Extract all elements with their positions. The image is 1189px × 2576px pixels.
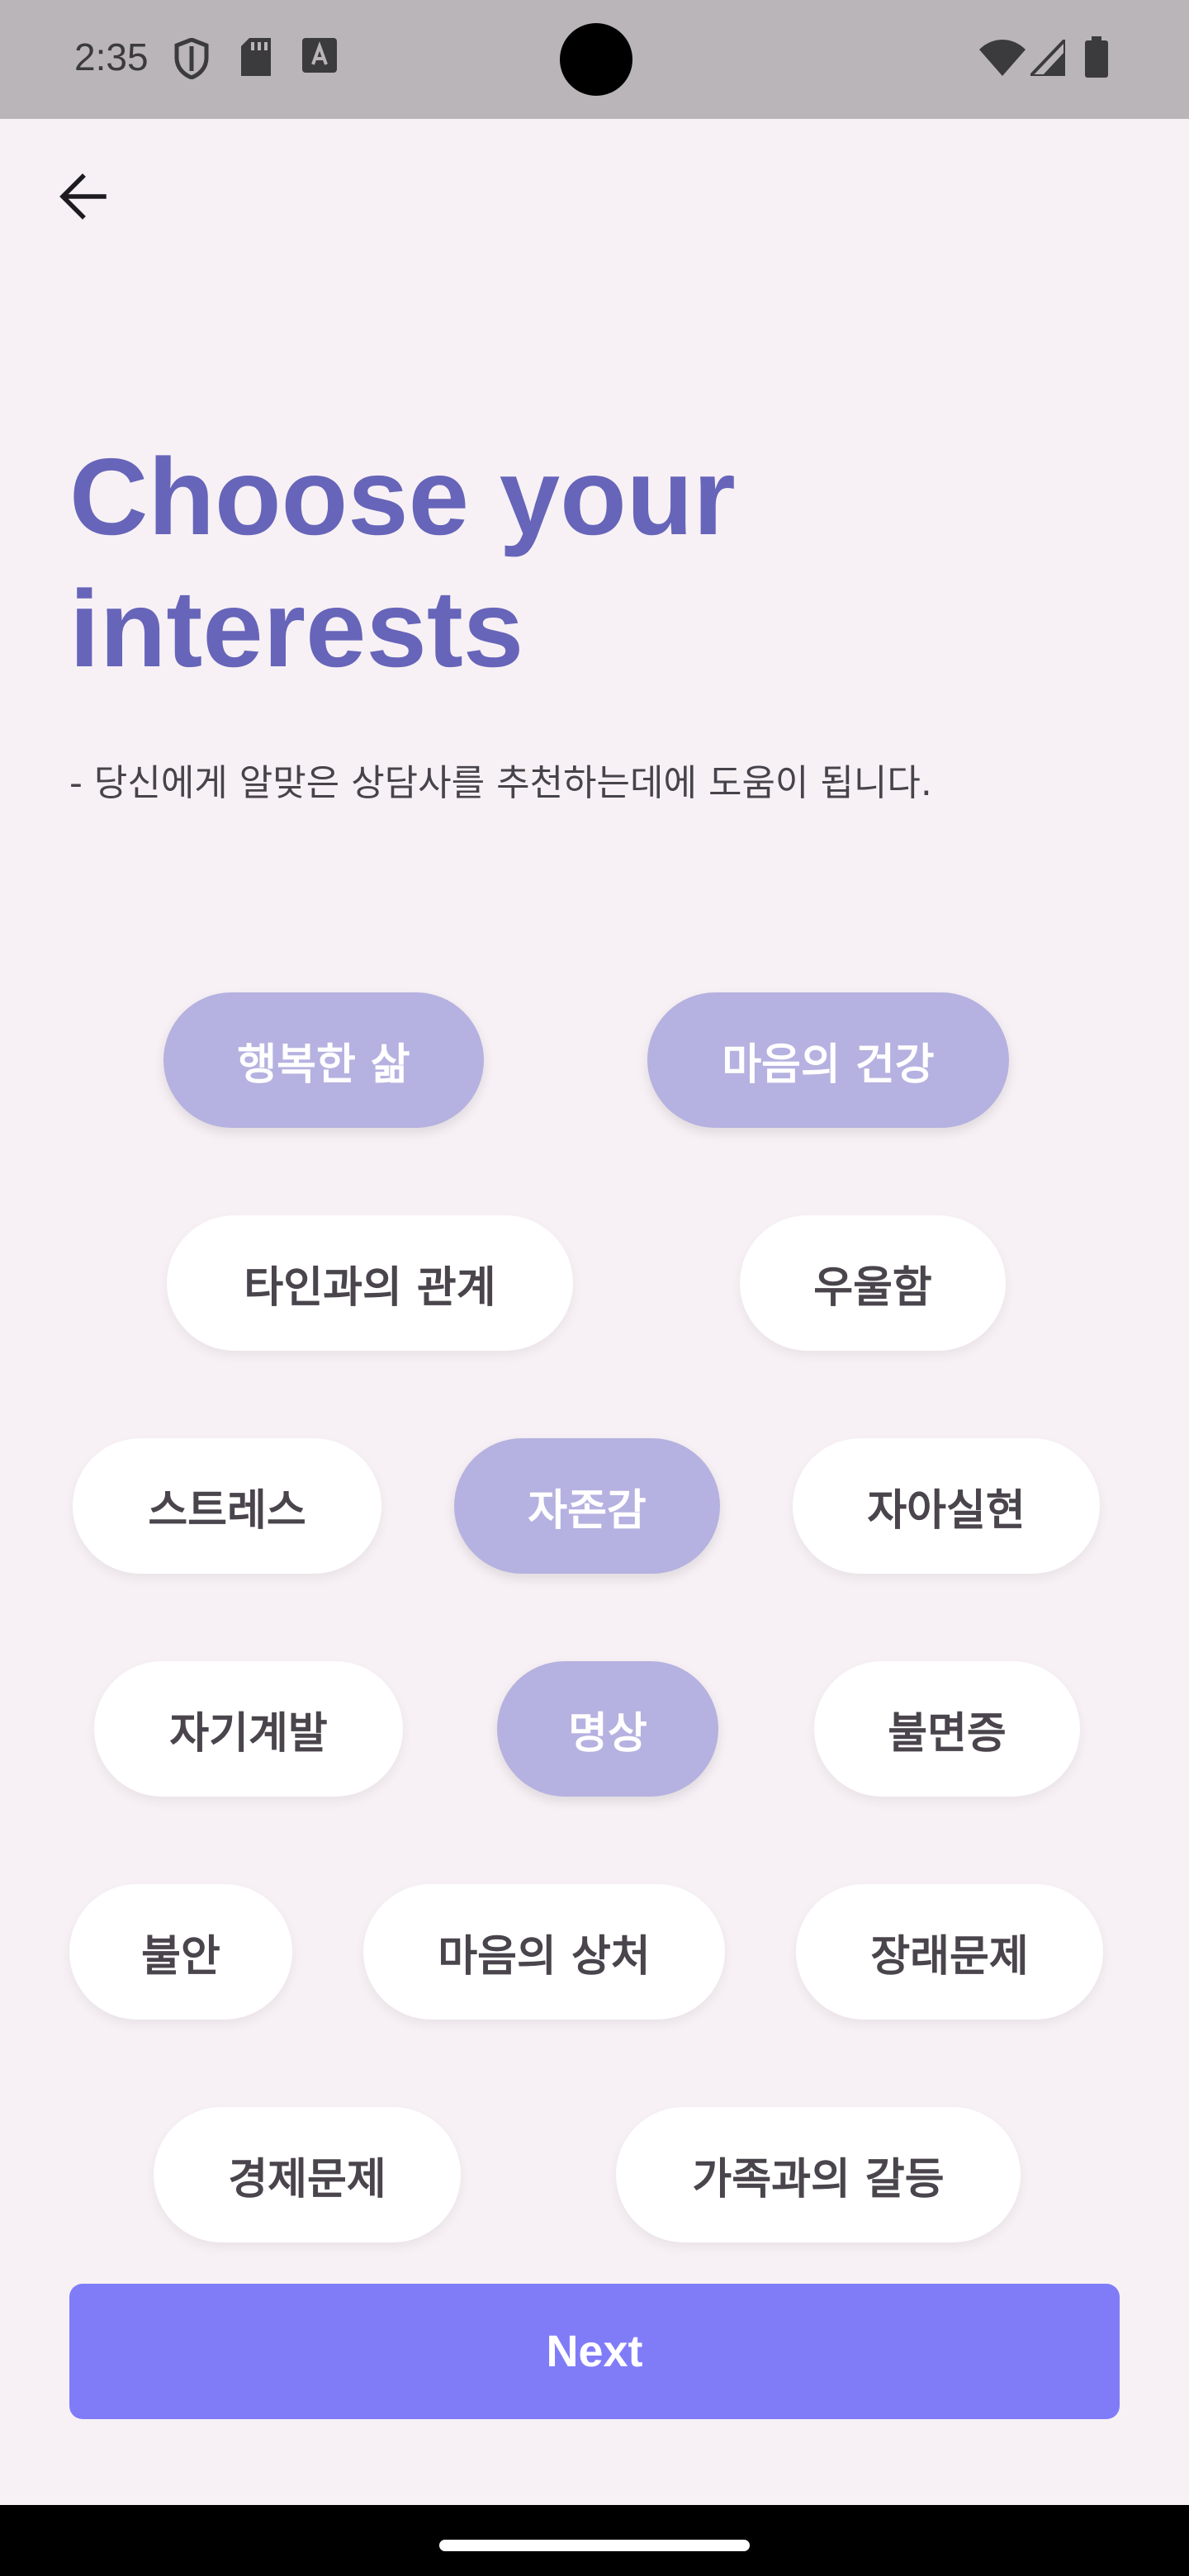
interest-chip[interactable]: 마음의 상처 — [363, 1884, 725, 2020]
status-time: 2:35 — [74, 36, 149, 78]
page-title: Choose your interests — [69, 431, 1060, 695]
shield-icon — [173, 37, 210, 83]
interest-chip[interactable]: 불안 — [69, 1884, 292, 2020]
back-button[interactable] — [50, 165, 116, 231]
home-gesture-handle[interactable] — [439, 2540, 750, 2551]
interest-chip[interactable]: 스트레스 — [73, 1438, 381, 1574]
camera-cutout — [560, 23, 632, 96]
status-bar: 2:35 — [0, 0, 1189, 119]
interest-chip[interactable]: 자기계발 — [94, 1661, 403, 1797]
interest-chip[interactable]: 타인과의 관계 — [167, 1215, 573, 1351]
interest-chip[interactable]: 명상 — [497, 1661, 718, 1797]
interest-chip[interactable]: 자아실현 — [793, 1438, 1100, 1574]
interest-chip[interactable]: 장래문제 — [796, 1884, 1103, 2020]
next-button[interactable]: Next — [69, 2284, 1120, 2419]
interest-chip[interactable]: 행복한 삶 — [163, 992, 484, 1128]
page-title-line1: Choose your — [69, 436, 736, 557]
page-subtitle: - 당신에게 알맞은 상담사를 추천하는데에 도움이 됩니다. — [69, 762, 932, 804]
battery-icon — [1085, 36, 1108, 81]
page-title-line2: interests — [69, 568, 524, 689]
sd-card-icon — [241, 38, 271, 79]
interest-chip[interactable]: 불면증 — [814, 1661, 1080, 1797]
interest-chip[interactable]: 가족과의 갈등 — [616, 2107, 1021, 2242]
interest-chip[interactable]: 우울함 — [740, 1215, 1006, 1351]
font-download-icon — [302, 38, 337, 76]
interest-chip[interactable]: 경제문제 — [154, 2107, 461, 2242]
interest-chip[interactable]: 자존감 — [454, 1438, 720, 1574]
wifi-icon — [979, 40, 1026, 79]
signal-icon — [1026, 36, 1067, 79]
arrow-left-icon — [58, 173, 107, 223]
interest-chip[interactable]: 마음의 건강 — [647, 992, 1009, 1128]
